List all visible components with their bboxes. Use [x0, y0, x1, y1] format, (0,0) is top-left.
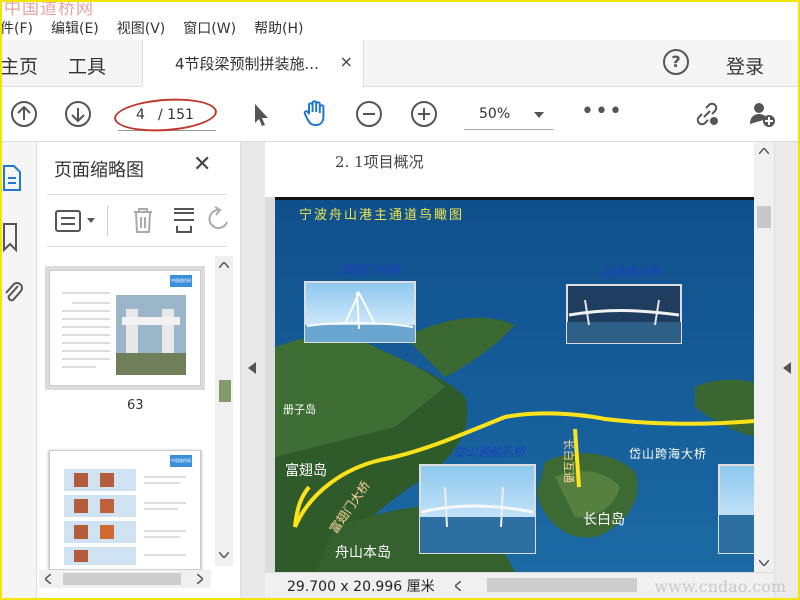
collapse-left-icon[interactable]	[248, 362, 256, 374]
chevron-left-icon[interactable]	[455, 581, 461, 591]
tab-document-title: 4节段梁预制拼装施...	[175, 55, 319, 73]
toolbar: 4 / 151 50% •••	[0, 87, 800, 142]
bridge-photo-3	[419, 464, 536, 554]
hand-tool-icon[interactable]	[300, 98, 330, 128]
thumbnail-badge: 中国道桥网	[170, 275, 192, 287]
chevron-down-icon[interactable]	[219, 552, 229, 558]
thumbnail-vertical-scrollbar[interactable]	[215, 256, 233, 566]
menu-edit[interactable]: 编辑(E)	[51, 18, 99, 38]
tab-tools[interactable]: 工具	[68, 52, 106, 79]
place-label: 长白互通	[562, 439, 576, 483]
tab-document[interactable]: 4节段梁预制拼装施... ×	[142, 40, 364, 87]
zoom-out-icon[interactable]	[355, 100, 383, 128]
chevron-up-icon[interactable]	[759, 148, 769, 154]
watermark-bottom: www.cndao.com	[654, 577, 786, 596]
tab-bar: 主页 工具 4节段梁预制拼装施... × ? 登录	[0, 40, 800, 87]
bridge-photo-4	[718, 464, 760, 554]
tab-home[interactable]: 主页	[0, 52, 38, 79]
chevron-right-icon[interactable]	[197, 574, 203, 584]
bookmark-icon[interactable]	[2, 222, 18, 252]
menu-help[interactable]: 帮助(H)	[254, 18, 303, 38]
expand-right-panel-icon[interactable]	[783, 362, 791, 374]
place-label: 长白岛	[583, 512, 625, 528]
chevron-down-icon[interactable]	[759, 560, 769, 566]
document-viewer[interactable]: 2. 1项目概况 宁波舟山港主通道鸟瞰图 富翅门大桥 主通道大桥 岱山通航孔桥 …	[265, 142, 767, 572]
left-rail	[0, 142, 37, 600]
menu-view[interactable]: 视图(V)	[117, 18, 166, 38]
menu-window[interactable]: 窗口(W)	[183, 18, 236, 38]
place-label: 岱山跨海大桥	[629, 446, 707, 461]
thumbnail-content	[64, 469, 186, 565]
aerial-map-image: 宁波舟山港主通道鸟瞰图 富翅门大桥 主通道大桥 岱山通航孔桥 册子岛 富翅岛 富…	[275, 197, 760, 572]
bridge-label: 富翅门大桥	[340, 263, 402, 277]
thumbnail-page-label: 63	[127, 398, 144, 413]
page-dimensions: 29.700 x 20.996 厘米	[287, 579, 435, 595]
page-thumbnails-icon[interactable]	[2, 164, 22, 192]
thumbnail-options-icon[interactable]	[55, 208, 97, 234]
page-header-area: 2. 1项目概况	[265, 142, 755, 197]
close-icon[interactable]: ×	[340, 52, 353, 71]
watermark-top: 中国道桥网	[4, 0, 94, 19]
thumbnail-page-63[interactable]: 中国道桥网	[49, 270, 201, 386]
rotate-icon[interactable]	[207, 206, 231, 234]
menu-bar: 件(F) 编辑(E) 视图(V) 窗口(W) 帮助(H)	[0, 16, 800, 40]
right-rail	[774, 142, 800, 600]
panel-title: 页面缩略图	[54, 160, 144, 181]
chevron-down-icon	[534, 112, 544, 118]
page-number-field[interactable]: 4 / 151	[113, 95, 218, 135]
zoom-in-icon[interactable]	[410, 100, 438, 128]
next-page-icon[interactable]	[64, 100, 92, 128]
place-label: 富翅岛	[285, 462, 327, 479]
thumbnail-list: 中国道桥网 63 中国道桥网	[37, 250, 234, 570]
place-label: 册子岛	[283, 402, 316, 416]
previous-page-icon[interactable]	[10, 100, 38, 128]
highlight-oval	[113, 95, 218, 135]
viewer-vertical-scrollbar[interactable]	[754, 142, 774, 572]
close-icon[interactable]: ✕	[193, 152, 211, 177]
more-icon[interactable]: •••	[581, 99, 623, 124]
select-tool-icon[interactable]	[246, 100, 274, 128]
zoom-value: 50%	[479, 106, 511, 122]
share-link-icon[interactable]	[693, 100, 721, 128]
help-icon[interactable]: ?	[663, 49, 689, 75]
thumbnail-content	[62, 292, 186, 375]
attachment-icon[interactable]	[2, 278, 24, 306]
bridge-label: 岱山通航孔桥	[453, 445, 527, 459]
thumbnail-badge: 中国道桥网	[170, 455, 192, 467]
scrollbar-thumb[interactable]	[219, 380, 231, 402]
bridge-photo-2	[566, 284, 682, 344]
horizontal-scrollbar-thumb[interactable]	[487, 578, 637, 592]
login-button[interactable]: 登录	[726, 52, 764, 79]
thumbnail-panel: 页面缩略图 ✕ 中国道桥网 63 中国道桥网	[37, 142, 240, 600]
thumbnail-page-64[interactable]: 中国道桥网	[49, 450, 201, 570]
scrollbar-thumb[interactable]	[63, 573, 181, 585]
zoom-select[interactable]: 50%	[464, 104, 554, 130]
map-title: 宁波舟山港主通道鸟瞰图	[299, 207, 464, 223]
add-user-icon[interactable]	[748, 100, 776, 128]
scrollbar-thumb[interactable]	[757, 206, 771, 228]
menu-file[interactable]: 件(F)	[0, 18, 33, 38]
panel-splitter[interactable]	[240, 142, 265, 600]
place-label: 舟山本岛	[335, 545, 391, 561]
insert-page-icon[interactable]	[171, 206, 197, 234]
bridge-label: 主通道大桥	[600, 265, 662, 279]
section-heading: 2. 1项目概况	[335, 153, 424, 171]
delete-icon[interactable]	[131, 206, 155, 234]
chevron-left-icon[interactable]	[45, 574, 51, 584]
bridge-photo-1	[304, 281, 416, 343]
thumbnail-horizontal-scrollbar[interactable]	[39, 570, 211, 588]
chevron-up-icon[interactable]	[219, 262, 229, 268]
